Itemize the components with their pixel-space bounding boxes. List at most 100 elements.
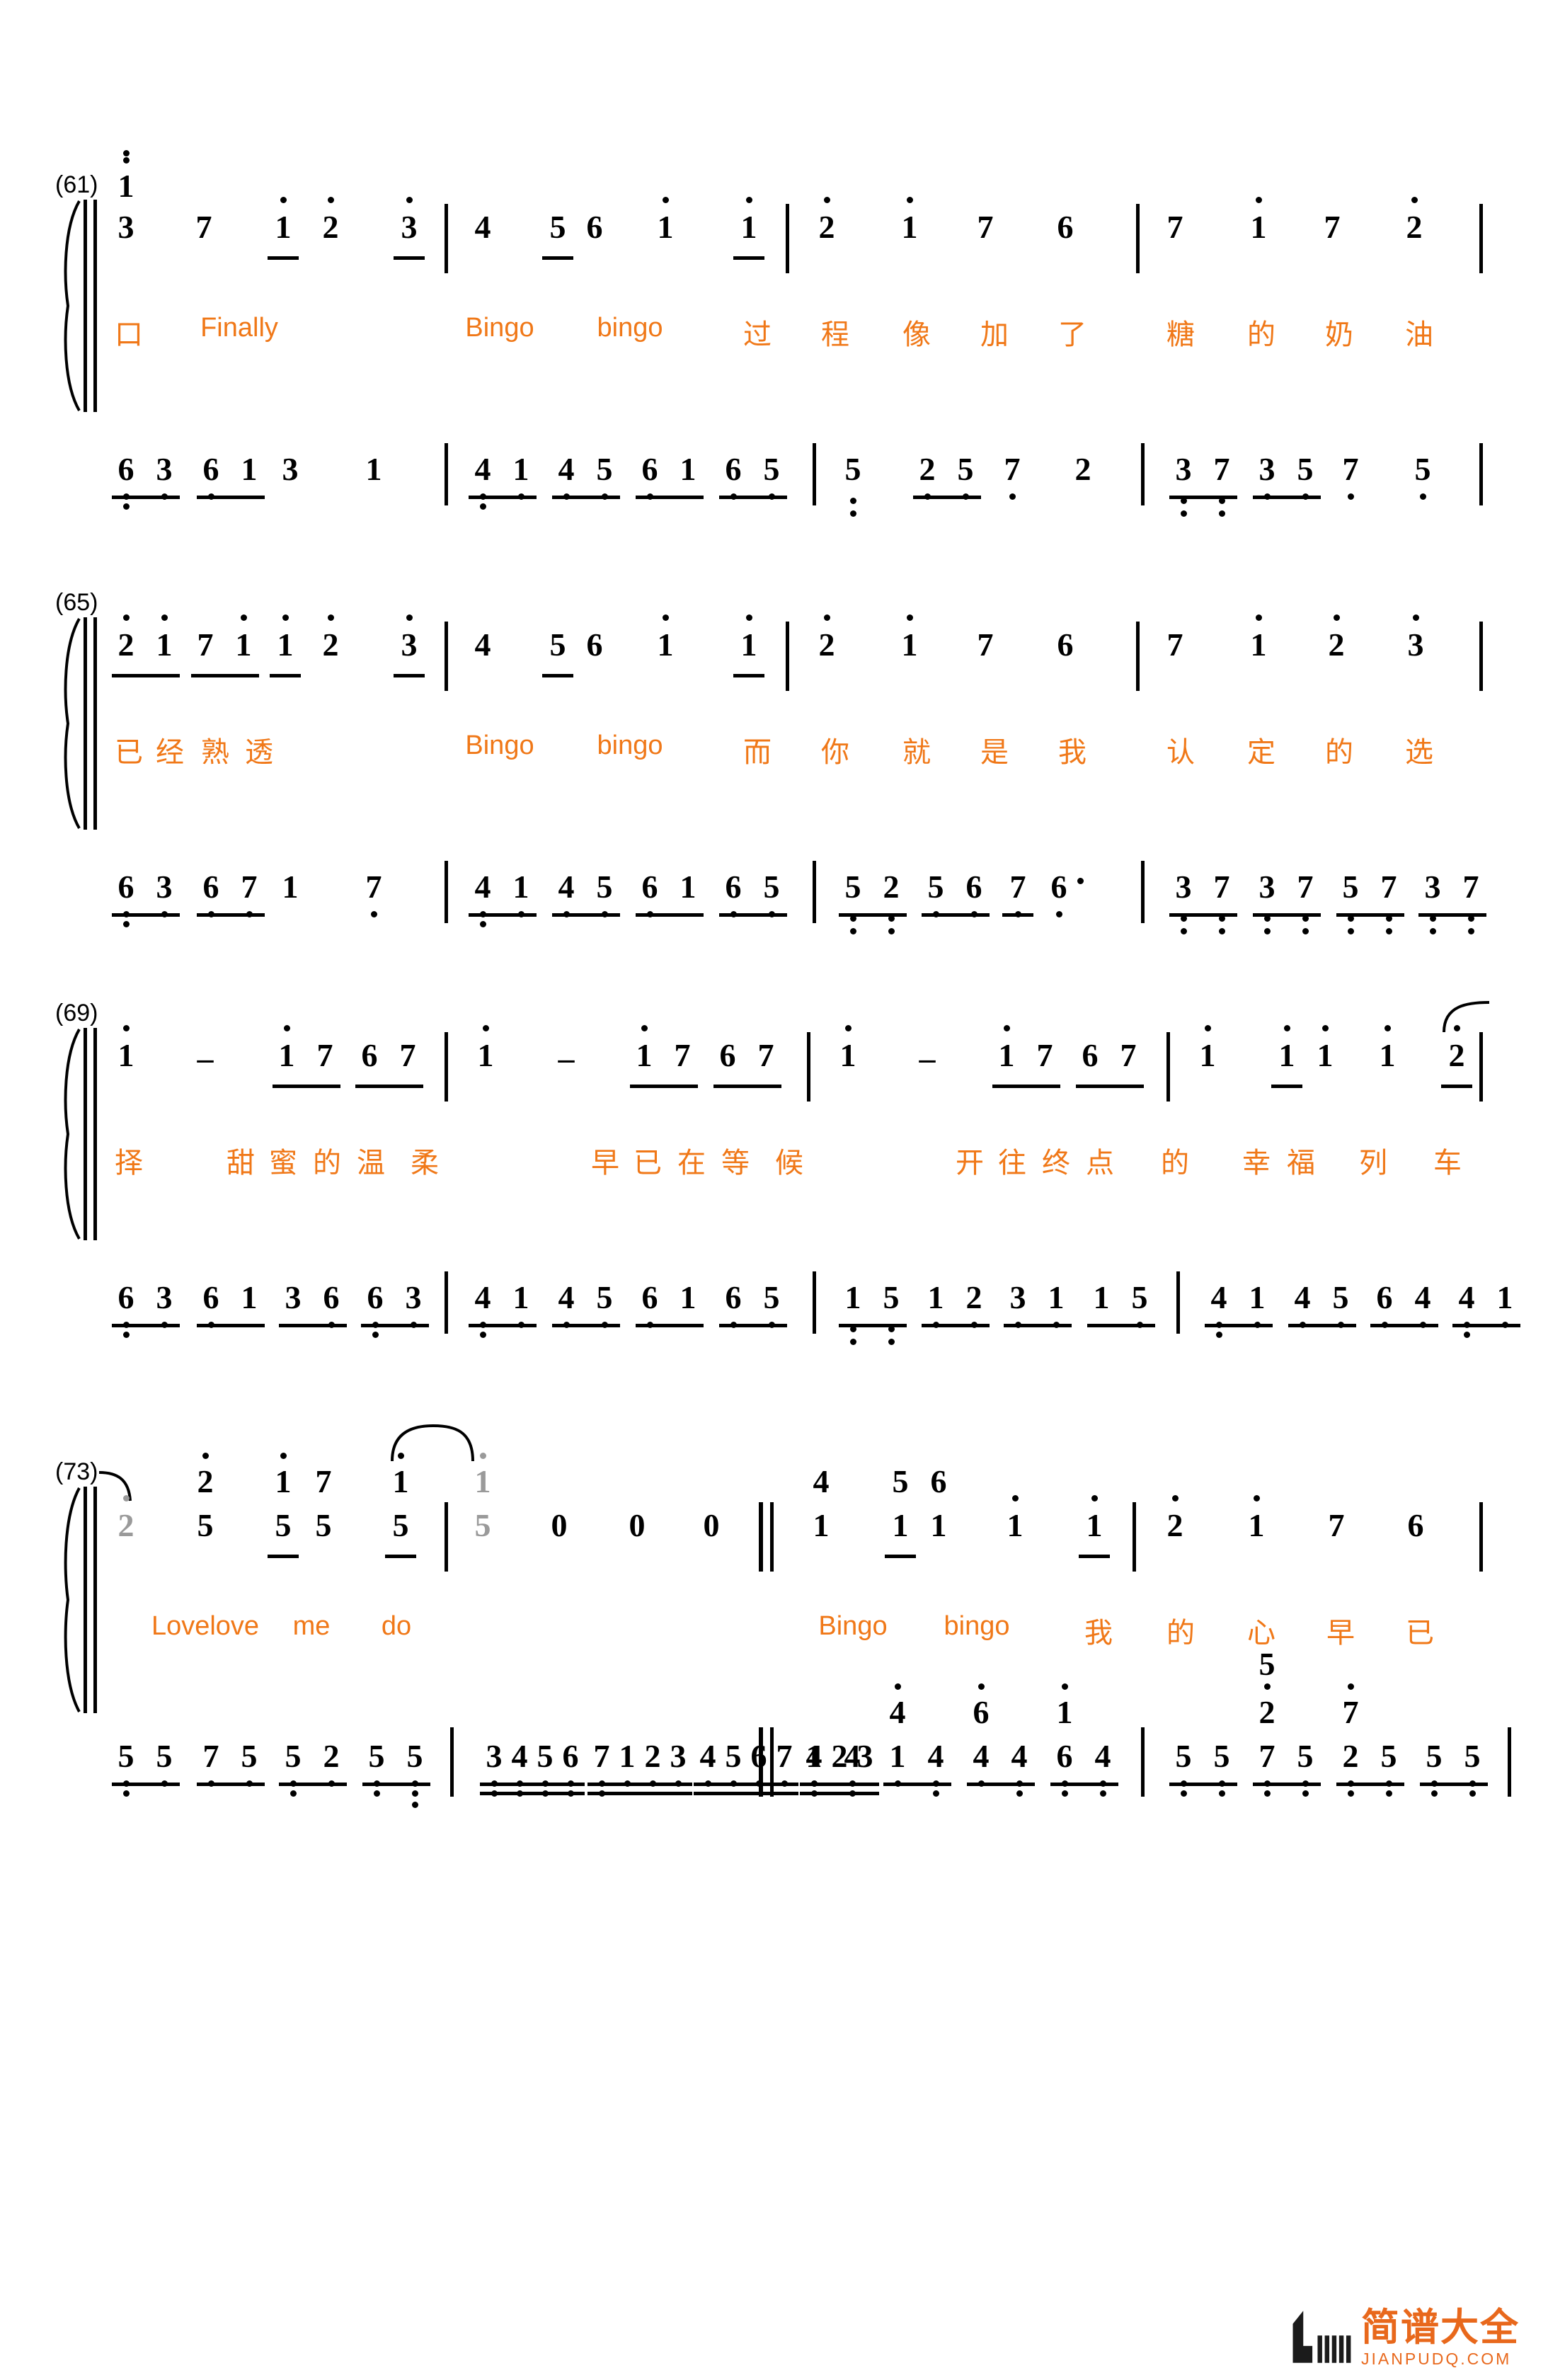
beam — [273, 1085, 340, 1088]
rest: 0 — [629, 1507, 646, 1543]
lyric: 甜 — [227, 1147, 255, 1179]
note: 5 — [1176, 1740, 1192, 1797]
note: 5 — [958, 453, 974, 500]
note: 3 — [486, 1740, 503, 1797]
beam — [552, 1324, 620, 1327]
lyric: 已 — [1406, 1617, 1434, 1649]
beam — [197, 1324, 265, 1327]
barline — [445, 1032, 448, 1102]
note: 6 — [563, 1740, 579, 1797]
chord-note-tied: 1 — [475, 1453, 491, 1498]
beam — [469, 1324, 537, 1327]
note: 5 — [1464, 1740, 1481, 1797]
duration-dash: – — [197, 1040, 214, 1076]
note: 6 — [323, 1281, 340, 1328]
beam — [713, 1085, 781, 1088]
note: 7 — [594, 1740, 610, 1797]
lyric: 程 — [821, 319, 849, 351]
note: 1 — [928, 1281, 944, 1328]
barline — [786, 204, 789, 273]
rest: 0 — [551, 1507, 568, 1543]
piano-logo-icon — [1292, 2311, 1351, 2363]
beam — [1271, 1085, 1302, 1088]
barline — [445, 1502, 448, 1572]
note: 7 — [1343, 453, 1359, 500]
beam — [636, 496, 704, 499]
barline — [1136, 622, 1140, 691]
beam — [112, 1324, 180, 1327]
beam — [279, 1324, 347, 1327]
note: 3 — [282, 451, 299, 487]
note: 6 — [118, 871, 134, 927]
note: 1 — [813, 1507, 830, 1543]
bar-number-3: (69) — [55, 1000, 98, 1026]
barline — [813, 1271, 816, 1334]
note: 1 — [741, 614, 757, 661]
lyric: Finally — [200, 313, 278, 343]
lyric: 蜜 — [269, 1147, 297, 1179]
lyric: Bingo — [465, 731, 534, 760]
lyric: 点 — [1086, 1147, 1114, 1179]
duration-dash: – — [919, 1040, 936, 1076]
lyric: 经 — [156, 736, 184, 769]
beam — [1002, 913, 1033, 917]
note: 7 — [399, 1037, 416, 1073]
note: 5 — [1426, 1740, 1443, 1797]
lyric: 在 — [677, 1147, 706, 1179]
note: 1 — [236, 614, 252, 661]
lyric: 选 — [1405, 736, 1433, 769]
lyric: 择 — [115, 1147, 143, 1179]
note: 5 — [1381, 1740, 1397, 1797]
note: 6 — [118, 453, 134, 510]
note: 7 — [1010, 871, 1026, 917]
note: 1 — [1200, 1025, 1216, 1072]
note: 6 — [1051, 871, 1067, 917]
note: 5 — [315, 1507, 332, 1543]
note: 1 — [282, 869, 299, 905]
note: 1 — [1048, 1281, 1065, 1328]
lyric: Bingo — [465, 313, 534, 343]
beam — [630, 1085, 698, 1088]
lyric: 熟 — [201, 736, 229, 769]
lyric: 奶 — [1325, 319, 1353, 351]
note: 1 — [1317, 1025, 1334, 1072]
chord-note: 1 — [275, 1453, 292, 1498]
beam — [1169, 913, 1237, 917]
note: 3 — [1259, 871, 1275, 934]
lyric: 加 — [980, 319, 1009, 351]
note: 3 — [156, 453, 173, 500]
lyric: 柔 — [411, 1147, 439, 1179]
beam — [1079, 1555, 1110, 1558]
note: 1 — [840, 1025, 856, 1072]
note: 1 — [118, 1025, 134, 1072]
barline — [445, 204, 448, 273]
note: 7 — [241, 871, 258, 917]
note: 3 — [1259, 453, 1275, 500]
barline — [1136, 204, 1140, 273]
note: 6 — [719, 1037, 736, 1073]
beam — [694, 1783, 798, 1786]
chord-note: 1 — [393, 1453, 409, 1498]
note: 1 — [845, 1281, 861, 1345]
note: 3 — [670, 1740, 687, 1787]
lyric: 早 — [591, 1147, 619, 1179]
lyric: 已 — [633, 1147, 662, 1179]
note: 5 — [197, 1507, 214, 1543]
barline — [1141, 861, 1145, 923]
note: 4 — [973, 1740, 990, 1787]
barline — [450, 1727, 454, 1797]
note: 6 — [1082, 1037, 1099, 1073]
lyric: bingo — [597, 731, 663, 760]
lyric: 像 — [902, 319, 931, 351]
barline — [813, 443, 816, 505]
beam — [885, 1555, 916, 1558]
note: 1 — [241, 1279, 258, 1315]
note: 7 — [1297, 871, 1314, 934]
lyric: 福 — [1287, 1147, 1315, 1179]
note: 5 — [845, 871, 861, 934]
beam — [362, 1783, 430, 1786]
note: 1 — [930, 1507, 947, 1543]
note: 1 — [1249, 1495, 1265, 1542]
note: 7 — [1120, 1037, 1137, 1073]
note: 2 — [819, 614, 835, 661]
